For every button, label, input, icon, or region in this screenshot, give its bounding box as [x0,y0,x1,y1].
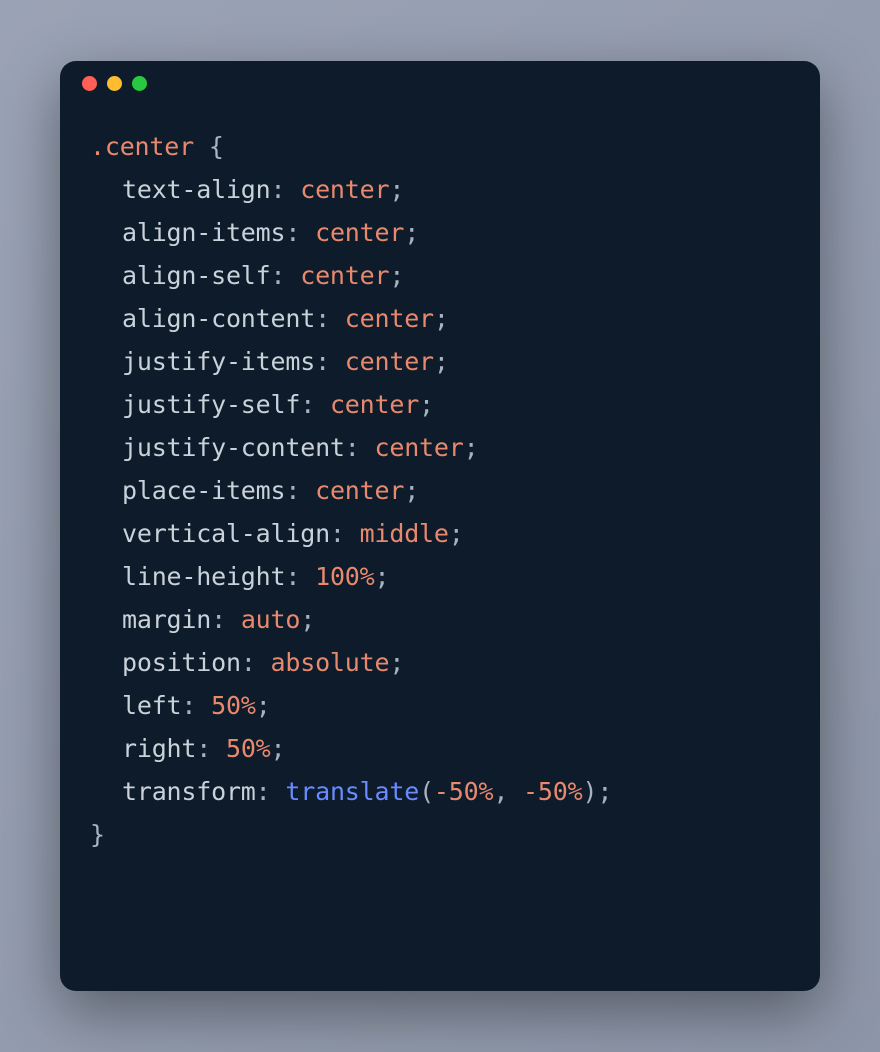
css-value: center [300,261,389,290]
css-value: 50% [211,691,256,720]
css-value: middle [360,519,449,548]
css-selector: .center [90,132,194,161]
brace-open: { [209,132,224,161]
css-property: justify-items [122,347,315,376]
css-property: margin [122,605,211,634]
brace-close: } [90,820,105,849]
css-function: translate [285,777,419,806]
css-value: -50% [523,777,582,806]
css-value: -50% [434,777,493,806]
css-value: center [300,175,389,204]
css-property: align-self [122,261,271,290]
css-value: center [315,218,404,247]
css-property: align-content [122,304,315,333]
maximize-icon[interactable] [132,76,147,91]
css-property: transform [122,777,256,806]
css-value: center [345,304,434,333]
minimize-icon[interactable] [107,76,122,91]
css-property: justify-content [122,433,345,462]
css-property: place-items [122,476,285,505]
css-value: center [315,476,404,505]
css-value: center [345,347,434,376]
css-property: position [122,648,241,677]
css-property: line-height [122,562,285,591]
close-icon[interactable] [82,76,97,91]
code-block: .center { text-align: center; align-item… [60,105,820,991]
css-property: text-align [122,175,271,204]
css-value: 100% [315,562,374,591]
css-property: justify-self [122,390,300,419]
window-titlebar [60,61,820,105]
code-window: .center { text-align: center; align-item… [60,61,820,991]
css-value: center [375,433,464,462]
css-property: right [122,734,196,763]
css-property: left [122,691,181,720]
css-property: align-items [122,218,285,247]
css-value: 50% [226,734,271,763]
css-value: absolute [271,648,390,677]
css-value: center [330,390,419,419]
css-property: vertical-align [122,519,330,548]
css-value: auto [241,605,300,634]
